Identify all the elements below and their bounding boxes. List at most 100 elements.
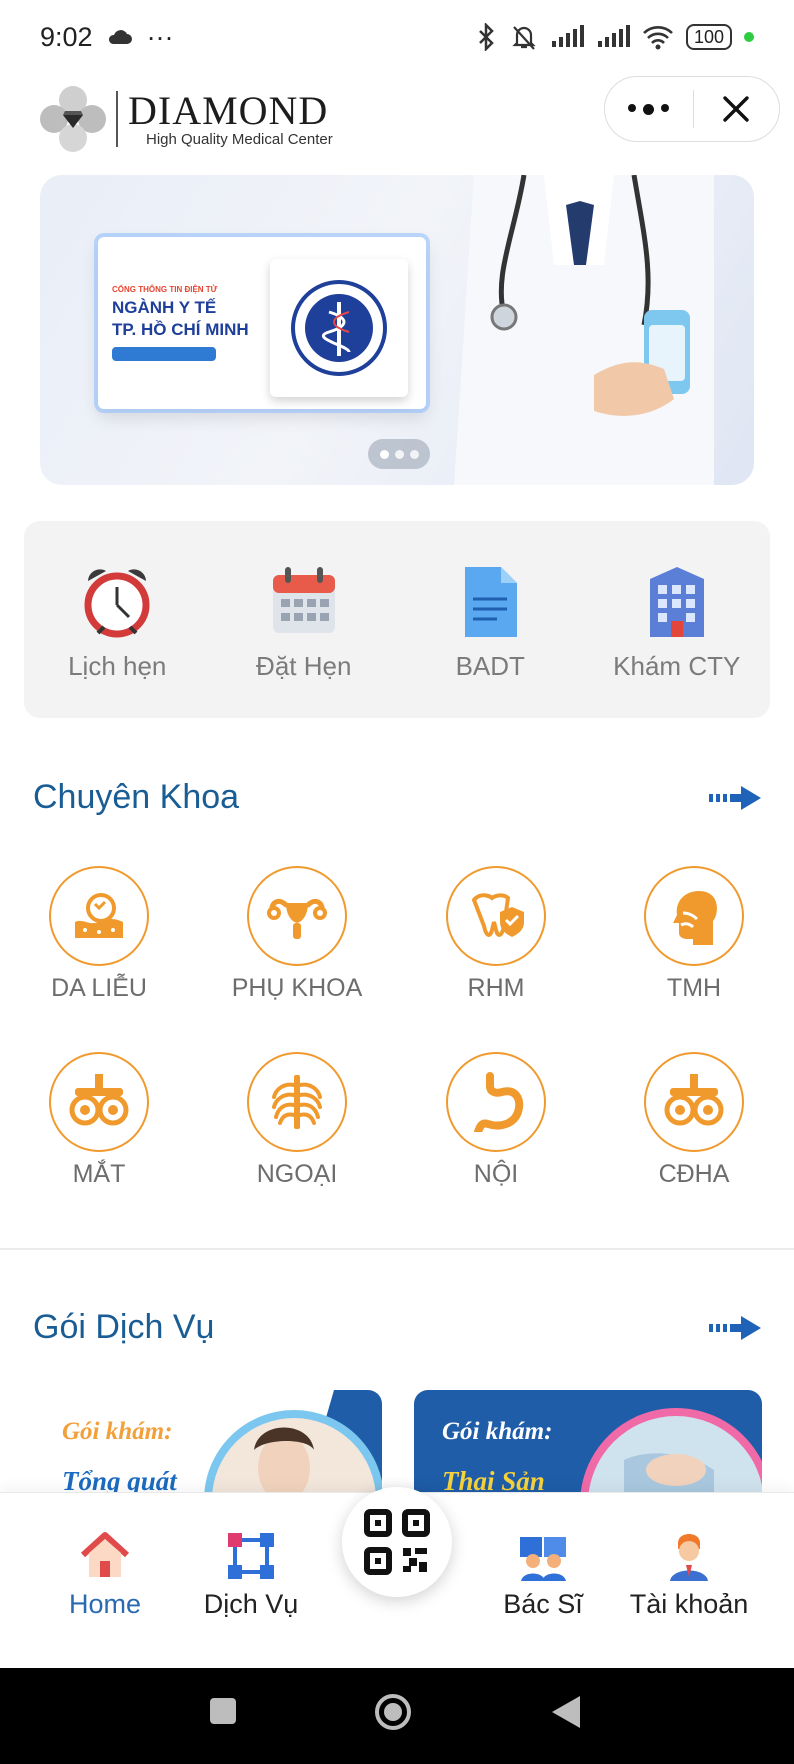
specialty-gynecology[interactable]: PHỤ KHOA [207, 866, 387, 1003]
account-icon [670, 1534, 708, 1581]
alarm-clock-icon [84, 569, 150, 638]
doctors-icon [520, 1537, 566, 1581]
document-icon [465, 567, 518, 637]
nav-home[interactable]: Home [30, 1529, 180, 1620]
specialty-label: NỘI [473, 1160, 519, 1188]
imaging-icon [664, 1074, 724, 1126]
nav-account-label: Tài khoản [629, 1589, 749, 1619]
portal-title-line2: TP. HỒ CHÍ MINH [112, 320, 249, 339]
nav-doctors[interactable]: Bác Sĩ [468, 1529, 618, 1620]
status-more-indicator: ··· [146, 21, 174, 52]
specialty-dental[interactable]: RHM [406, 866, 586, 1003]
portal-kicker: CỔNG THÔNG TIN ĐIỆN TỬ [112, 285, 218, 294]
caduceus-seal-icon [291, 280, 387, 376]
specialty-label: NGOẠI [256, 1160, 338, 1188]
specialty-label: PHỤ KHOA [231, 974, 363, 1002]
package-subtitle: Tổng quát [62, 1466, 177, 1494]
wifi-icon [643, 26, 673, 50]
specialties-header: Chuyên Khoa [33, 778, 763, 817]
pager-dot [409, 449, 419, 459]
specialty-icon-circle [247, 866, 347, 966]
tooth-shield-icon [471, 893, 524, 937]
arrow-right-icon[interactable] [707, 783, 763, 813]
specialty-label: DA LIỄU [51, 974, 147, 1002]
nav-account[interactable]: Tài khoản [614, 1529, 764, 1620]
privacy-dot [744, 32, 754, 42]
more-dot-icon [643, 103, 655, 115]
health-department-seal [270, 259, 408, 397]
specialty-icon-circle [49, 866, 149, 966]
diamond-logo: DIAMOND High Quality Medical Center [36, 82, 333, 156]
nav-services-label: Dịch Vụ [203, 1589, 299, 1619]
doctor-illustration [454, 175, 714, 485]
package-card-maternity[interactable]: Gói khám: Thai Sản [414, 1390, 762, 1494]
specialty-ophthalmology[interactable]: MẮT [9, 1052, 189, 1189]
close-button[interactable] [694, 95, 780, 123]
bottom-navigation: Home Dịch Vụ Bác Sĩ Tài khoản [0, 1487, 794, 1668]
specialty-dermatology[interactable]: DA LIỄU [9, 866, 189, 1003]
more-options-button[interactable] [605, 103, 693, 115]
specialty-label: MẮT [72, 1160, 126, 1188]
promo-banner[interactable]: CỔNG THÔNG TIN ĐIỆN TỬ NGÀNH Y TẾ TP. HỒ… [40, 175, 754, 485]
quick-medical-record[interactable]: BADT [397, 521, 584, 718]
cloud-icon [108, 30, 132, 44]
package-title: Gói khám: [442, 1418, 553, 1445]
more-dot-icon [628, 103, 637, 112]
diamond-logo-mark-icon [40, 86, 106, 152]
quick-badt-label: BADT [455, 651, 525, 681]
back-icon[interactable] [550, 1694, 582, 1730]
specialty-ent[interactable]: TMH [604, 866, 784, 1003]
package-card-general[interactable]: Gói khám: Tổng quát [34, 1390, 382, 1494]
portal-title: NGÀNH Y TẾ TP. HỒ CHÍ MINH [112, 297, 249, 341]
quick-book-label: Đặt Hẹn [256, 651, 352, 681]
eye-exam-icon [69, 1074, 129, 1126]
specialty-icon-circle [49, 1052, 149, 1152]
specialty-icon-circle [644, 1052, 744, 1152]
system-navigation-bar [0, 1668, 794, 1764]
specialty-imaging[interactable]: CĐHA [604, 1052, 784, 1189]
specialty-internal-medicine[interactable]: NỘI [406, 1052, 586, 1189]
logo-separator [116, 91, 118, 147]
brand-tagline: High Quality Medical Center [146, 130, 333, 148]
quick-appointments[interactable]: Lịch hẹn [24, 521, 211, 718]
specialties-title: Chuyên Khoa [33, 778, 240, 816]
calendar-icon [272, 567, 335, 633]
specialty-label: CĐHA [658, 1160, 730, 1188]
quick-menu: Lịch hẹn Đặt Hẹn BADT Khám CTY [24, 521, 770, 718]
home-button-icon[interactable] [373, 1692, 413, 1732]
battery-indicator: 100 [685, 24, 732, 50]
recent-apps-icon[interactable] [208, 1696, 238, 1726]
packages-header: Gói Dịch Vụ [33, 1308, 763, 1347]
more-dot-icon [661, 103, 670, 112]
portal-bar [112, 347, 216, 361]
ent-head-icon [673, 891, 718, 945]
specialty-label: RHM [467, 974, 525, 1002]
skin-icon [75, 893, 123, 938]
section-divider [0, 1248, 794, 1250]
qr-scan-button[interactable] [342, 1487, 452, 1597]
signal-icon-2 [597, 25, 630, 47]
nav-services[interactable]: Dịch Vụ [176, 1529, 326, 1620]
qr-code-icon [364, 1509, 430, 1575]
pager-dot [394, 449, 404, 459]
uterus-icon [267, 898, 327, 939]
package-title: Gói khám: [62, 1418, 173, 1445]
arrow-right-icon[interactable] [707, 1313, 763, 1343]
brand-name: DIAMOND [128, 87, 329, 133]
specialty-surgery[interactable]: NGOẠI [207, 1052, 387, 1189]
specialty-icon-circle [446, 866, 546, 966]
quick-corporate-exam[interactable]: Khám CTY [584, 521, 771, 718]
specialty-icon-circle [446, 1052, 546, 1152]
nav-doctors-label: Bác Sĩ [503, 1589, 583, 1619]
status-time: 9:02 [40, 21, 93, 52]
quick-book-appointment[interactable]: Đặt Hẹn [211, 521, 398, 718]
office-building-icon [649, 567, 704, 637]
close-icon [723, 96, 749, 122]
stomach-icon [474, 1072, 524, 1132]
services-icon [228, 1533, 274, 1579]
quick-appointments-label: Lịch hẹn [68, 651, 167, 681]
ribcage-icon [272, 1075, 322, 1129]
health-portal-card: CỔNG THÔNG TIN ĐIỆN TỬ NGÀNH Y TẾ TP. HỒ… [98, 237, 426, 409]
bluetooth-icon [479, 23, 494, 51]
bell-muted-icon [512, 26, 536, 50]
